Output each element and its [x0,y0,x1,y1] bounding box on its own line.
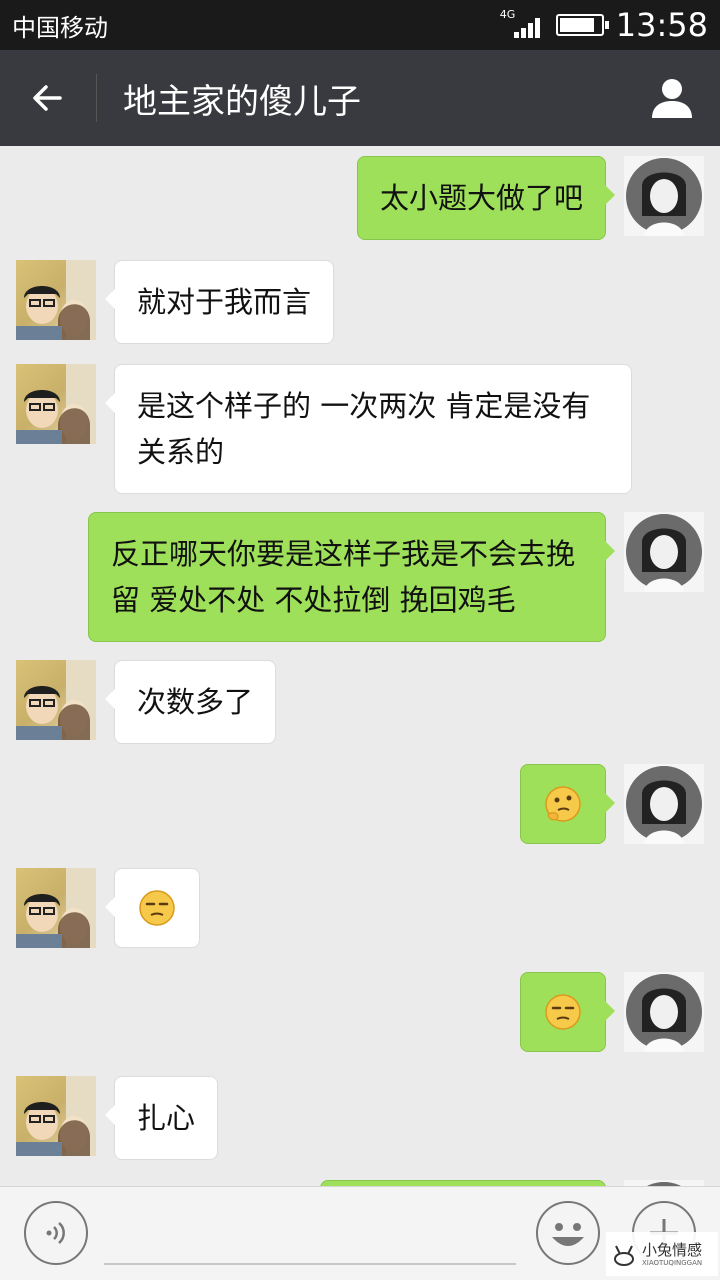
watermark-subtext: XIAOTUQINGGAN [642,1259,703,1267]
message-text: 是这个样子的 一次两次 肯定是没有关系的 [137,389,591,469]
title-bar: 地主家的傻儿子 [0,50,720,146]
unamused-face-icon [139,890,175,926]
my-avatar[interactable] [624,512,704,592]
chat-area[interactable]: 太小题大做了吧 就对于我而言 是这个样子的 一次两次 肯定是没有关系的 反正哪天… [0,146,720,1186]
message-text: 扎心 [137,1101,196,1135]
contact-avatar[interactable] [16,660,96,740]
emoji-icon[interactable] [536,1201,600,1265]
message-bubble[interactable]: 次数多了 [104,660,277,744]
message-input[interactable] [104,1263,516,1265]
my-avatar[interactable] [624,764,704,844]
message-bubble[interactable]: 反正哪天你要是这样子我是不会去挽留 爱处不处 不处拉倒 挽回鸡毛 [88,512,615,642]
my-avatar[interactable] [624,972,704,1052]
thinking-face-icon [545,786,581,822]
battery-icon [555,14,609,36]
rabbit-logo-icon [614,1245,634,1266]
contact-avatar[interactable] [16,364,96,444]
message-bubble[interactable]: 太小题大做了吧 [356,156,616,240]
unamused-face-icon [545,994,581,1030]
watermark-text: 小兔情感 [642,1241,703,1259]
watermark-logo: 小兔情感 XIAOTUQINGGAN [606,1232,718,1276]
message-bubble[interactable]: 是这个样子的 一次两次 肯定是没有关系的 [105,364,632,494]
message-text: 就对于我而言 [137,285,312,319]
clock: 13:58 [615,6,708,44]
message-bubble[interactable]: 扎心 [104,1076,219,1160]
message-text: 次数多了 [137,685,254,719]
message-text: 反正哪天你要是这样子我是不会去挽留 爱处不处 不处拉倒 挽回鸡毛 [111,537,576,617]
message-bubble[interactable] [520,764,615,844]
status-bar: 中国移动 4G 13:58 [0,0,720,50]
message-bubble[interactable] [105,868,200,948]
person-icon[interactable] [624,50,720,146]
signal-icon: 4G [500,8,544,40]
carrier-label: 中国移动 [12,13,108,42]
voice-icon[interactable] [24,1201,88,1265]
contact-avatar[interactable] [16,868,96,948]
contact-avatar[interactable] [16,1076,96,1156]
contact-avatar[interactable] [16,260,96,340]
message-bubble[interactable] [520,972,615,1052]
message-bubble[interactable]: 就对于我而言 [104,260,335,344]
chat-title: 地主家的傻儿子 [123,81,361,122]
my-avatar[interactable] [624,156,704,236]
message-text: 太小题大做了吧 [379,181,583,215]
back-arrow-icon[interactable] [0,50,96,146]
header-divider [96,74,97,122]
